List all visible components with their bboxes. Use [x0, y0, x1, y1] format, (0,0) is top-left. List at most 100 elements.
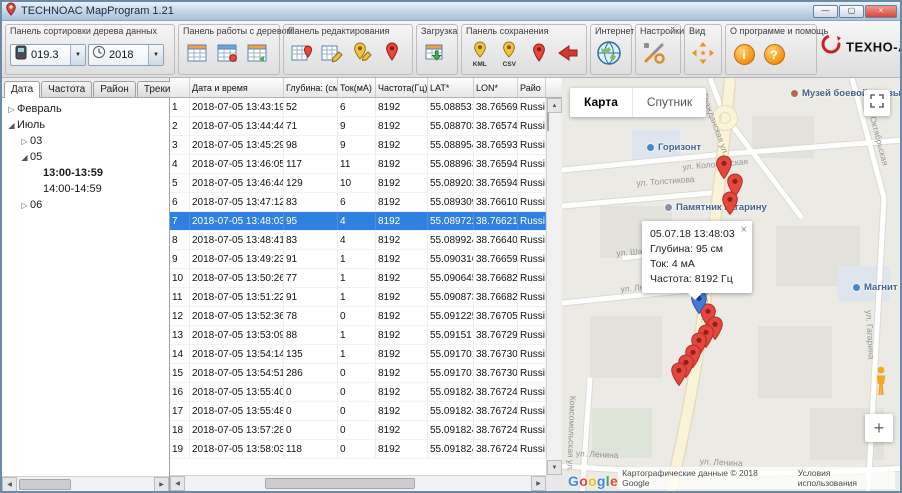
year-select[interactable]: 2018 ▼ [88, 44, 164, 66]
settings-button[interactable] [640, 38, 668, 72]
sidebar-horizontal-scrollbar[interactable]: ◀ ▶ [2, 476, 169, 491]
close-button[interactable]: × [865, 5, 897, 18]
minimize-button[interactable]: — [813, 5, 838, 18]
table-row[interactable]: 12018-07-05 13:43:19526819255.08853138.7… [170, 98, 546, 117]
pegman-icon[interactable] [874, 366, 888, 401]
sidebar-tab[interactable]: Частота [41, 81, 92, 97]
scrollbar-thumb[interactable] [547, 112, 549, 131]
table-row[interactable]: 142018-07-05 13:54:141351819255.09170138… [170, 345, 546, 364]
map-poi-label[interactable]: Памятник Гагарину [664, 202, 767, 213]
column-header[interactable]: Райо [518, 78, 546, 97]
tree-item[interactable]: 14:00-14:59 [2, 181, 169, 197]
table-row[interactable]: 122018-07-05 13:52:36780819255.09122538.… [170, 307, 546, 326]
chevron-down-icon[interactable]: ▼ [148, 45, 163, 65]
tree-item[interactable]: 13:00-13:59 [2, 165, 169, 181]
maximize-button[interactable]: ▢ [839, 5, 864, 18]
map-poi-label[interactable]: Магнит [852, 282, 898, 293]
table-row[interactable]: 162018-07-05 13:55:4000819255.09182438.7… [170, 383, 546, 402]
table-row[interactable]: 192018-07-05 13:58:031180819255.09182438… [170, 440, 546, 459]
table-row[interactable]: 72018-07-05 13:48:03954819255.08972238.7… [170, 212, 546, 231]
scroll-right-icon[interactable]: ▶ [531, 476, 546, 491]
tree-refresh-button[interactable] [243, 38, 271, 72]
sidebar-tab[interactable]: Дата [4, 81, 40, 98]
column-header[interactable]: Глубина: (см) [284, 78, 338, 97]
column-header[interactable]: LON* [474, 78, 518, 97]
view-pan-button[interactable] [689, 38, 717, 72]
terms-link[interactable]: Условия использования [798, 468, 891, 488]
column-header[interactable]: Частота(Гц) [376, 78, 428, 97]
table-cell: 13 [170, 326, 190, 344]
marker-delete-button[interactable] [378, 38, 406, 72]
table-row[interactable]: 92018-07-05 13:49:23911819255.09031638.7… [170, 250, 546, 269]
table-cell: 55.091824 [428, 383, 474, 401]
table-row[interactable]: 112018-07-05 13:51:22911819255.09087338.… [170, 288, 546, 307]
sidebar-tab[interactable]: Район [93, 81, 136, 97]
map-poi-label[interactable]: Горизонт [646, 142, 701, 153]
tree-item[interactable]: ◢Июль [2, 117, 169, 133]
map-view-button[interactable]: Карта [570, 88, 632, 117]
table-row[interactable]: 152018-07-05 13:54:512860819255.09170138… [170, 364, 546, 383]
tree-expander-icon[interactable]: ◢ [6, 121, 17, 130]
table-row[interactable]: 102018-07-05 13:50:26771819255.09064538.… [170, 269, 546, 288]
table-horizontal-scrollbar[interactable]: ◀ ▶ [170, 475, 546, 491]
popup-close-button[interactable]: × [741, 223, 747, 238]
tree-item[interactable]: ◢05 [2, 149, 169, 165]
scroll-down-icon[interactable]: ▼ [547, 460, 562, 475]
table-vertical-scrollbar[interactable]: ▲ ▼ [546, 98, 562, 475]
tree-item[interactable]: ▷Февраль [2, 101, 169, 117]
back-arrow-button[interactable] [555, 38, 583, 72]
google-logo[interactable]: Google [568, 473, 618, 489]
table-row[interactable]: 62018-07-05 13:47:12836819255.08930938.7… [170, 193, 546, 212]
table-row[interactable]: 182018-07-05 13:57:2800819255.09182438.7… [170, 421, 546, 440]
load-data-button[interactable] [421, 38, 449, 72]
scrollbar-thumb[interactable] [265, 478, 415, 489]
column-header[interactable] [170, 78, 190, 97]
edit-record-button[interactable] [318, 38, 346, 72]
tree-expander-icon[interactable]: ▷ [19, 201, 30, 210]
table-cell: 8192 [376, 345, 428, 363]
about-button[interactable]: i [730, 38, 758, 72]
table-row[interactable]: 52018-07-05 13:46:4412910819255.08920238… [170, 174, 546, 193]
help-button[interactable]: ? [760, 38, 788, 72]
scroll-left-icon[interactable]: ◀ [170, 476, 185, 491]
table-row[interactable]: 22018-07-05 13:44:44719819255.08870338.7… [170, 117, 546, 136]
column-header[interactable]: Ток(мА) [338, 78, 376, 97]
chevron-down-icon[interactable]: ▼ [70, 45, 85, 65]
tree-expander-icon[interactable]: ▷ [6, 105, 17, 114]
scroll-up-icon[interactable]: ▲ [547, 98, 562, 113]
tree-expander-icon[interactable]: ◢ [19, 153, 30, 162]
fullscreen-button[interactable] [864, 90, 890, 116]
title-bar[interactable]: TECHNOAC MapProgram 1.21 — ▢ × [2, 2, 900, 21]
table-row[interactable]: 82018-07-05 13:48:41834819255.08992438.7… [170, 231, 546, 250]
save-csv-button[interactable]: CSV [496, 38, 524, 72]
scroll-right-icon[interactable]: ▶ [154, 477, 169, 492]
marker-edit-button[interactable] [348, 38, 376, 72]
table-cell: 0 [338, 421, 376, 439]
tree-expander-icon[interactable]: ▷ [19, 137, 30, 146]
save-marker-button[interactable] [525, 38, 553, 72]
table-row[interactable]: 32018-07-05 13:45:29989819255.08895438.7… [170, 136, 546, 155]
clock-icon [92, 45, 106, 64]
table-cell: 3 [170, 136, 190, 154]
column-header[interactable]: LAT* [428, 78, 474, 97]
internet-button[interactable] [595, 38, 623, 72]
table-row[interactable]: 42018-07-05 13:46:0511711819255.08896338… [170, 155, 546, 174]
device-select[interactable]: 019.3 ▼ [10, 44, 86, 66]
column-header[interactable]: Дата и время [190, 78, 284, 97]
scrollbar-thumb[interactable] [19, 479, 71, 490]
save-kml-button[interactable]: KML [466, 38, 494, 72]
map-canvas[interactable]: Карта Спутник × 05.07.18 13:48:03 Глубин… [562, 78, 900, 491]
table-row[interactable]: 132018-07-05 13:53:09881819255.0915138.7… [170, 326, 546, 345]
scroll-left-icon[interactable]: ◀ [2, 477, 17, 492]
point-marker[interactable] [671, 362, 688, 392]
tree-expand-button[interactable] [183, 38, 211, 72]
point-marker[interactable] [722, 191, 739, 221]
tree-item[interactable]: ▷03 [2, 133, 169, 149]
tree-item[interactable]: ▷06 [2, 197, 169, 213]
tree-collapse-button[interactable] [213, 38, 241, 72]
table-row[interactable]: 172018-07-05 13:55:4800819255.09182438.7… [170, 402, 546, 421]
edit-table-button[interactable] [288, 38, 316, 72]
satellite-view-button[interactable]: Спутник [632, 88, 706, 117]
zoom-in-button[interactable]: + [865, 414, 893, 442]
table-cell: 38.767249 [474, 383, 518, 401]
